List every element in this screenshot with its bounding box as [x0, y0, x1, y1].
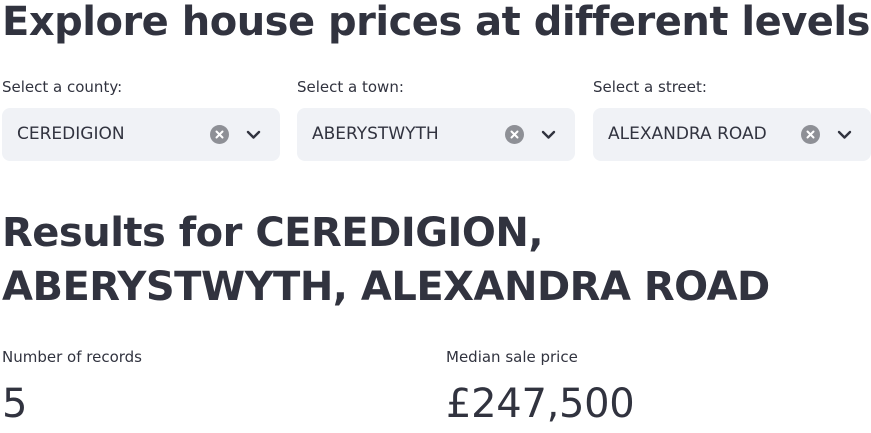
town-select-value: ABERYSTWYTH — [312, 124, 439, 144]
county-select-group: Select a county: CEREDIGION — [2, 76, 280, 161]
county-select[interactable]: CEREDIGION — [2, 108, 280, 161]
street-select[interactable]: ALEXANDRA ROAD — [593, 108, 871, 161]
county-select-label: Select a county: — [2, 78, 123, 96]
clear-icon[interactable] — [801, 125, 820, 144]
town-select-group: Select a town: ABERYSTWYTH — [297, 76, 575, 161]
metric-label: Number of records — [2, 348, 142, 366]
chevron-down-icon[interactable] — [836, 126, 853, 143]
chevron-down-icon[interactable] — [540, 126, 557, 143]
clear-icon[interactable] — [505, 125, 524, 144]
metric-record-count: Number of records 5 — [2, 346, 142, 428]
county-select-value: CEREDIGION — [17, 124, 125, 144]
street-select-value: ALEXANDRA ROAD — [608, 124, 767, 144]
town-select-label: Select a town: — [297, 78, 404, 96]
chevron-down-icon[interactable] — [245, 126, 262, 143]
results-title: Results for CEREDIGION, ABERYSTWYTH, ALE… — [2, 210, 770, 310]
town-select[interactable]: ABERYSTWYTH — [297, 108, 575, 161]
metric-value: 5 — [2, 381, 28, 427]
metric-median-price: Median sale price £247,500 — [446, 346, 635, 428]
clear-icon[interactable] — [210, 125, 229, 144]
metric-value: £247,500 — [446, 381, 635, 427]
metric-label: Median sale price — [446, 348, 578, 366]
street-select-group: Select a street: ALEXANDRA ROAD — [593, 76, 871, 161]
page-title: Explore house prices at different levels — [2, 0, 870, 45]
street-select-label: Select a street: — [593, 78, 707, 96]
